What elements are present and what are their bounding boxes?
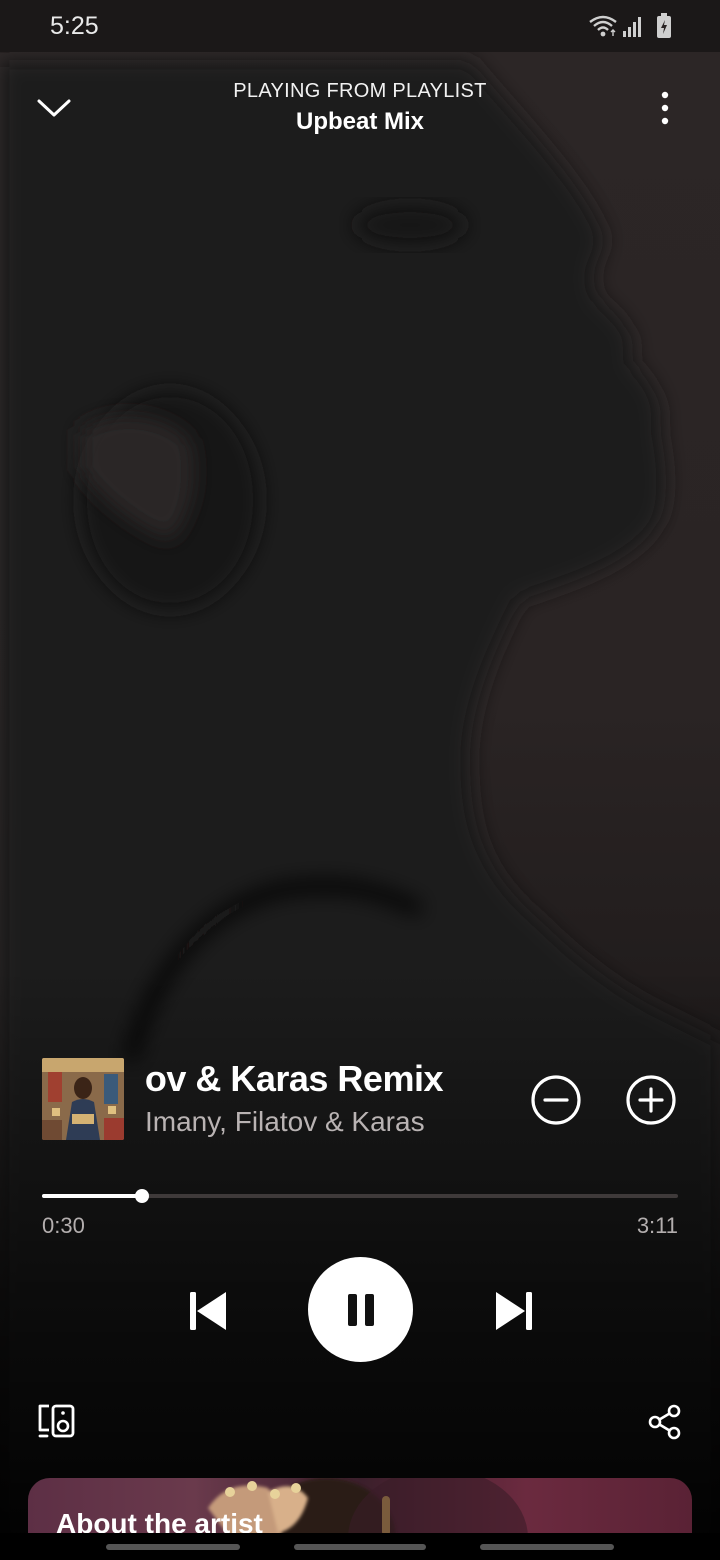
track-artist[interactable]: Imany, Filatov & Karas xyxy=(145,1106,505,1138)
pause-icon xyxy=(344,1292,378,1328)
share-icon xyxy=(646,1404,684,1440)
nav-pill-center[interactable] xyxy=(294,1544,426,1550)
total-time: 3:11 xyxy=(636,1213,678,1238)
album-art-thumbnail[interactable] xyxy=(42,1058,124,1140)
play-pause-button[interactable] xyxy=(308,1257,413,1362)
more-options-button[interactable] xyxy=(642,84,688,132)
skip-next-icon xyxy=(486,1284,540,1338)
signal-icon xyxy=(622,14,644,38)
now-playing-screen: 5:25 PLAYING FROM PLAYLIST Upbeat Mix ov… xyxy=(0,0,720,1560)
progress-fill xyxy=(42,1194,142,1198)
track-title-marquee[interactable]: Filatov & Karas Remix xyxy=(145,1054,505,1104)
progress-bar[interactable] xyxy=(42,1189,678,1203)
remove-from-playlist-button[interactable] xyxy=(529,1073,583,1127)
plus-circle-icon xyxy=(624,1073,678,1127)
chevron-down-icon xyxy=(36,96,72,120)
playlist-name[interactable]: Upbeat Mix xyxy=(160,108,560,136)
wifi-icon xyxy=(588,14,618,38)
previous-track-button[interactable] xyxy=(182,1284,236,1338)
nav-pill-left xyxy=(106,1544,240,1550)
battery-charging-icon xyxy=(656,13,672,39)
collapse-button[interactable] xyxy=(28,82,80,134)
skip-previous-icon xyxy=(182,1284,236,1338)
status-bar: 5:25 xyxy=(0,0,720,52)
progress-thumb[interactable] xyxy=(134,1189,149,1203)
status-time: 5:25 xyxy=(50,12,99,40)
minus-circle-icon xyxy=(529,1073,583,1127)
next-track-button[interactable] xyxy=(486,1284,540,1338)
add-to-playlist-button[interactable] xyxy=(624,1073,678,1127)
more-vertical-icon xyxy=(661,91,669,125)
track-title: Filatov & Karas Remix xyxy=(145,1058,443,1099)
share-button[interactable] xyxy=(646,1404,684,1440)
connect-device-icon xyxy=(36,1402,80,1442)
playing-from-label: PLAYING FROM PLAYLIST xyxy=(233,80,487,102)
elapsed-time: 0:30 xyxy=(42,1213,85,1238)
nav-pill-right xyxy=(480,1544,614,1550)
connect-devices-button[interactable] xyxy=(36,1402,80,1442)
